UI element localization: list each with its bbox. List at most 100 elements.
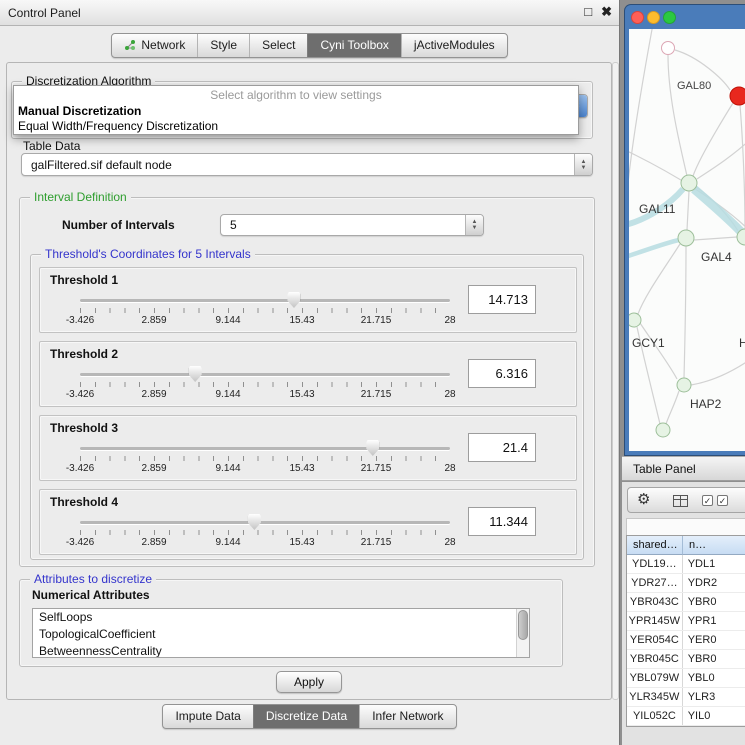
column-header[interactable]: shared…	[627, 536, 683, 555]
threshold-4-value-field[interactable]: 11.344	[468, 507, 536, 536]
number-of-intervals-value: 5	[230, 218, 237, 232]
network-node-selected[interactable]	[730, 87, 745, 105]
table-cell[interactable]: YDR27…	[627, 574, 683, 592]
slider-thumb[interactable]	[189, 366, 202, 382]
algorithm-dropdown-popup: Select algorithm to view settings Manual…	[13, 85, 579, 135]
node-label[interactable]: GAL4	[701, 250, 732, 264]
traffic-minimize-button[interactable]	[647, 11, 660, 24]
table-row[interactable]: YPR145W YPR1	[627, 612, 745, 631]
table-row[interactable]: YBL079W YBL0	[627, 669, 745, 688]
table-cell[interactable]: YER054C	[627, 631, 683, 649]
traffic-close-button[interactable]	[631, 11, 644, 24]
table-row[interactable]: YDR27… YDR2	[627, 574, 745, 593]
checkbox-icon[interactable]: ✓	[717, 495, 728, 506]
table-cell[interactable]: YBR0	[683, 593, 745, 611]
threshold-3-slider[interactable]: -3.426 2.859 9.144 15.43 21.715 28	[80, 438, 450, 478]
traffic-zoom-button[interactable]	[663, 11, 676, 24]
dropdown-option-equal-width-frequency[interactable]: Equal Width/Frequency Discretization	[14, 118, 578, 133]
table-cell[interactable]: YDR2	[683, 574, 745, 592]
table-data-combobox[interactable]: galFiltered.sif default node ▲ ▼	[21, 153, 593, 176]
network-node[interactable]	[656, 423, 670, 437]
scrollbar-thumb[interactable]	[518, 610, 528, 640]
node-label[interactable]: GAL11	[639, 202, 675, 216]
threshold-4-slider[interactable]: -3.426 2.859 9.144 15.43 21.715 28	[80, 512, 450, 552]
tab-network[interactable]: Network	[112, 34, 197, 57]
table-row[interactable]: YER054C YER0	[627, 631, 745, 650]
slider-thumb[interactable]	[248, 514, 261, 530]
tick-label: 15.43	[289, 389, 314, 400]
combobox-stepper[interactable]: ▲ ▼	[574, 154, 592, 175]
network-node[interactable]	[678, 230, 694, 246]
node-label[interactable]: HAP2	[690, 397, 721, 411]
slider-thumb[interactable]	[287, 292, 300, 308]
dropdown-option-manual-discretization[interactable]: Manual Discretization	[14, 103, 578, 118]
tab-impute-data[interactable]: Impute Data	[163, 705, 252, 728]
list-item[interactable]: SelfLoops	[33, 609, 529, 626]
table-cell[interactable]: YLR345W	[627, 688, 683, 706]
columns-icon[interactable]	[673, 495, 688, 507]
slider-thumb[interactable]	[366, 440, 379, 456]
list-item[interactable]: TopologicalCoefficient	[33, 626, 529, 643]
network-canvas[interactable]: GAL80 GAL11 GAL4 GCY1 HAP2 H	[629, 29, 745, 451]
table-row[interactable]: YBR043C YBR0	[627, 593, 745, 612]
network-node[interactable]	[662, 42, 675, 55]
threshold-2-slider[interactable]: -3.426 2.859 9.144 15.43 21.715 28	[80, 364, 450, 404]
table-cell[interactable]: YBL0	[683, 669, 745, 687]
threshold-label: Threshold 2	[50, 347, 118, 361]
slider-track[interactable]	[80, 299, 450, 302]
gear-icon[interactable]: ⚙	[637, 492, 650, 508]
node-label[interactable]: H	[739, 336, 745, 350]
table-cell[interactable]: YPR1	[683, 612, 745, 630]
table-row[interactable]: YLR345W YLR3	[627, 688, 745, 707]
control-panel-window: Control Panel □ ✖ Network Style Se	[0, 0, 620, 745]
table-cell[interactable]: YER0	[683, 631, 745, 649]
close-icon[interactable]: ✖	[601, 4, 612, 20]
table-cell[interactable]: YLR3	[683, 688, 745, 706]
column-header[interactable]: n…	[683, 536, 745, 555]
checkbox-icon[interactable]: ✓	[702, 495, 713, 506]
network-node[interactable]	[681, 175, 697, 191]
float-window-icon[interactable]: □	[584, 4, 592, 20]
table-cell[interactable]: YDL19…	[627, 555, 683, 573]
node-label[interactable]: GAL80	[677, 80, 711, 92]
table-cell[interactable]: YBL079W	[627, 669, 683, 687]
combobox-stepper[interactable]: ▲ ▼	[465, 215, 483, 235]
threshold-1-value-field[interactable]: 14.713	[468, 285, 536, 314]
network-node[interactable]	[677, 378, 691, 392]
table-row[interactable]: YDL19… YDL1	[627, 555, 745, 574]
panel-scrollbar[interactable]	[612, 62, 619, 700]
table-row[interactable]: YIL052C YIL0	[627, 707, 745, 726]
tab-jactivemodules[interactable]: jActiveModules	[401, 34, 507, 57]
table-cell[interactable]: YIL0	[683, 707, 745, 725]
tab-select[interactable]: Select	[249, 34, 307, 57]
table-panel: ⚙ ✓ ✓ shared… n… YDL19… YDL1 YDR27… YDR2…	[622, 482, 745, 745]
table-panel-title: Table Panel	[633, 462, 696, 476]
table-cell[interactable]: YBR0	[683, 650, 745, 668]
tab-infer-network[interactable]: Infer Network	[359, 705, 455, 728]
table-cell[interactable]: YPR145W	[627, 612, 683, 630]
slider-ticks	[80, 530, 450, 535]
threshold-2-value-field[interactable]: 6.316	[468, 359, 536, 388]
number-of-intervals-combobox[interactable]: 5 ▲ ▼	[220, 214, 484, 236]
threshold-3-value-field[interactable]: 21.4	[468, 433, 536, 462]
table-row[interactable]: YBR045C YBR0	[627, 650, 745, 669]
list-item[interactable]: BetweennessCentrality	[33, 643, 529, 658]
tab-cyni-toolbox[interactable]: Cyni Toolbox	[307, 34, 400, 57]
table-cell[interactable]: YDL1	[683, 555, 745, 573]
slider-track[interactable]	[80, 447, 450, 450]
list-scrollbar[interactable]	[516, 609, 529, 657]
slider-ticks	[80, 382, 450, 387]
slider-track[interactable]	[80, 373, 450, 376]
apply-button[interactable]: Apply	[276, 671, 342, 693]
table-cell[interactable]: YBR043C	[627, 593, 683, 611]
tab-style[interactable]: Style	[197, 34, 249, 57]
network-tab-icon	[124, 39, 136, 51]
table-cell[interactable]: YIL052C	[627, 707, 683, 725]
node-label[interactable]: GCY1	[632, 336, 665, 350]
network-node[interactable]	[629, 313, 641, 327]
down-arrow-icon: ▼	[472, 225, 478, 231]
slider-track[interactable]	[80, 521, 450, 524]
threshold-1-slider[interactable]: -3.426 2.859 9.144 15.43 21.715 28	[80, 290, 450, 330]
tab-discretize-data[interactable]: Discretize Data	[253, 705, 359, 728]
table-cell[interactable]: YBR045C	[627, 650, 683, 668]
